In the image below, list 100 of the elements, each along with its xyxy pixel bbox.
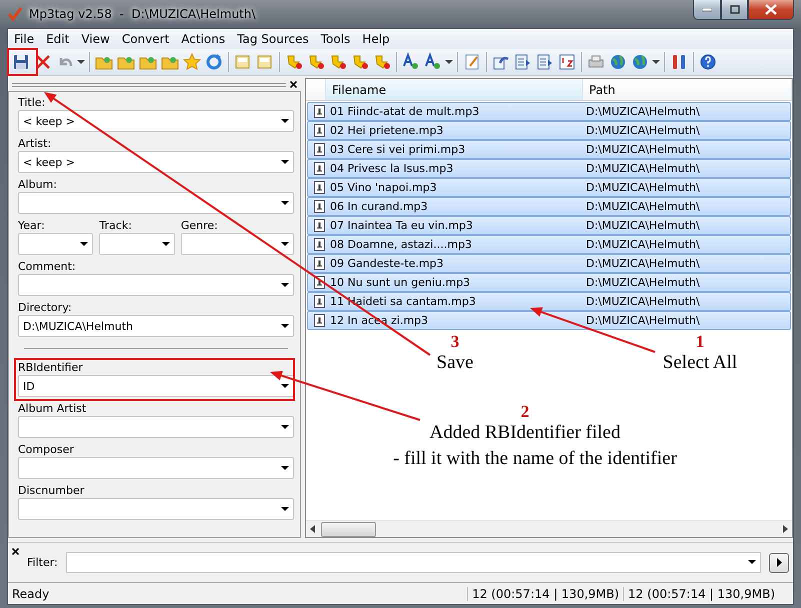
scroll-left-icon[interactable] (310, 525, 315, 533)
field-label: Album: (18, 178, 58, 191)
dropdown-arrow-icon[interactable] (281, 324, 289, 328)
annotation-text: Added RBIdentifier filed (429, 422, 620, 444)
audio-file-icon (314, 257, 324, 270)
audio-file-icon (314, 314, 324, 327)
menu-item[interactable]: Convert (116, 32, 176, 46)
file-row[interactable]: 06 In curand.mp3 D:\MUZICA\Helmuth\ (307, 197, 791, 216)
star-icon[interactable] (182, 52, 202, 72)
close-icon[interactable] (12, 548, 19, 555)
tag-combo-field[interactable]: < keep > (18, 151, 294, 173)
field-label: Title: (18, 96, 46, 109)
audio-file-icon (314, 295, 324, 308)
play-icon[interactable] (776, 558, 782, 567)
dropdown-arrow-icon[interactable] (281, 506, 289, 512)
file-row[interactable]: 02 Hei prietene.mp3 D:\MUZICA\Helmuth\ (307, 121, 791, 140)
status-text: 12 (00:57:14 | 130,9MB) (467, 586, 624, 600)
annotation-text: - fill it with the name of the identifier (393, 448, 677, 470)
menu-item[interactable]: View (75, 32, 116, 46)
scroll-right-icon[interactable] (783, 525, 788, 533)
field-label: Directory: (18, 301, 73, 314)
field-label: RBIdentifier (18, 361, 84, 374)
column-header[interactable]: Filename (326, 79, 583, 100)
tag-combo-field[interactable] (18, 233, 94, 255)
filename-cell-text: 02 Hei prietene.mp3 (330, 124, 444, 137)
dropdown-arrow-icon[interactable] (281, 384, 289, 388)
save-icon[interactable] (11, 52, 31, 72)
menu-item[interactable]: Tools (314, 32, 356, 46)
field-label: Genre: (180, 219, 219, 232)
file-row[interactable]: 09 Gandeste-te.mp3 D:\MUZICA\Helmuth\ (307, 254, 791, 273)
field-label: Composer (18, 443, 75, 456)
tag-combo-field[interactable] (18, 498, 294, 520)
close-icon[interactable] (290, 81, 297, 88)
tag-combo-field[interactable]: D:\MUZICA\Helmuth (18, 315, 294, 337)
menu-item[interactable]: Edit (40, 32, 76, 46)
dropdown-arrow-icon[interactable] (281, 466, 289, 470)
status-text: 12 (00:57:14 | 130,9MB) (623, 586, 779, 600)
dropdown-arrow-icon[interactable] (281, 200, 289, 206)
filter-field[interactable] (66, 552, 761, 573)
maximize-icon[interactable] (730, 5, 740, 14)
maximize-button[interactable] (721, 0, 748, 20)
dropdown-arrow-icon[interactable] (280, 242, 289, 246)
tag-combo-field[interactable] (18, 192, 294, 214)
menu-item[interactable]: File (8, 32, 40, 46)
audio-file-icon (314, 143, 324, 156)
menu-item[interactable]: Actions (175, 32, 232, 46)
filename-cell-text: 06 In curand.mp3 (330, 200, 429, 213)
font-case-icon[interactable] (423, 52, 443, 72)
dropdown-arrow-icon[interactable] (748, 560, 756, 565)
globe-icon[interactable] (630, 52, 650, 72)
column-header[interactable]: Path (583, 79, 792, 100)
file-row[interactable]: 10 Nu sunt un geniu.mp3 D:\MUZICA\Helmuth\ (307, 273, 791, 292)
tag-combo-field[interactable] (180, 233, 294, 255)
dropdown-arrow-icon[interactable] (281, 160, 289, 164)
minimize-button[interactable] (693, 0, 721, 20)
dropdown-arrow-icon[interactable] (281, 282, 289, 288)
dropdown-arrow-icon[interactable] (80, 242, 88, 246)
dropdown-arrow-icon[interactable] (281, 424, 289, 430)
audio-file-icon (314, 105, 324, 118)
file-row[interactable]: 03 Cere si vei primi.mp3 D:\MUZICA\Helmuth\ (307, 140, 791, 159)
play-button[interactable] (769, 552, 789, 572)
file-row[interactable]: 01 Fiindc-atat de mult.mp3 D:\MUZICA\Helmuth\ (307, 102, 791, 121)
close-button[interactable] (748, 0, 794, 20)
dropdown-arrow-icon[interactable] (281, 118, 289, 124)
tag-combo-field[interactable]: < keep > (18, 110, 294, 132)
numbering-icon[interactable] (557, 52, 577, 72)
field-label: Year: (18, 219, 46, 232)
dropdown-arrow-icon[interactable] (162, 242, 170, 246)
file-row[interactable]: 04 Privesc la Isus.mp3 D:\MUZICA\Helmuth\ (307, 159, 791, 178)
file-row[interactable]: 08 Doamne, astazi....mp3 D:\MUZICA\Helmuth\ (307, 235, 791, 254)
refresh-icon[interactable] (204, 52, 224, 72)
path-cell-text: D:\MUZICA\Helmuth\ (586, 257, 701, 270)
tag-combo-field[interactable] (99, 233, 175, 255)
app-checkmark-icon (7, 6, 23, 22)
horizontal-scrollbar[interactable] (306, 520, 792, 537)
path-cell-text: D:\MUZICA\Helmuth\ (586, 200, 701, 213)
step-number: 1 (696, 332, 704, 352)
tag-combo-field[interactable] (18, 416, 294, 438)
file-row[interactable]: 05 Vino 'napoi.mp3 D:\MUZICA\Helmuth\ (307, 178, 791, 197)
font-case-icon[interactable] (401, 52, 421, 72)
step-number: 3 (450, 332, 460, 352)
file-row[interactable]: 07 Inaintea Ta eu vin.mp3 D:\MUZICA\Helmuth\ (307, 216, 791, 235)
field-label: Album Artist (18, 402, 88, 415)
audio-file-icon (314, 219, 324, 232)
audio-file-icon (314, 238, 324, 251)
filename-cell-text: 04 Privesc la Isus.mp3 (330, 162, 454, 175)
field-label: Artist: (18, 137, 52, 150)
grip-handle[interactable] (12, 82, 286, 86)
field-label: Track: (99, 219, 133, 232)
menu-item[interactable]: Help (356, 32, 396, 46)
tag-combo-field[interactable] (18, 274, 294, 296)
menu-item[interactable]: Tag Sources (231, 32, 315, 46)
tag-combo-field[interactable] (18, 457, 294, 479)
tag-combo-field[interactable]: ID (18, 375, 294, 397)
path-cell-text: D:\MUZICA\Helmuth\ (586, 295, 701, 308)
scroll-thumb[interactable] (321, 522, 376, 536)
path-cell-text: D:\MUZICA\Helmuth\ (586, 276, 701, 289)
globe-icon[interactable] (608, 52, 628, 72)
minimize-icon[interactable] (702, 8, 712, 12)
help-icon[interactable] (698, 52, 718, 72)
